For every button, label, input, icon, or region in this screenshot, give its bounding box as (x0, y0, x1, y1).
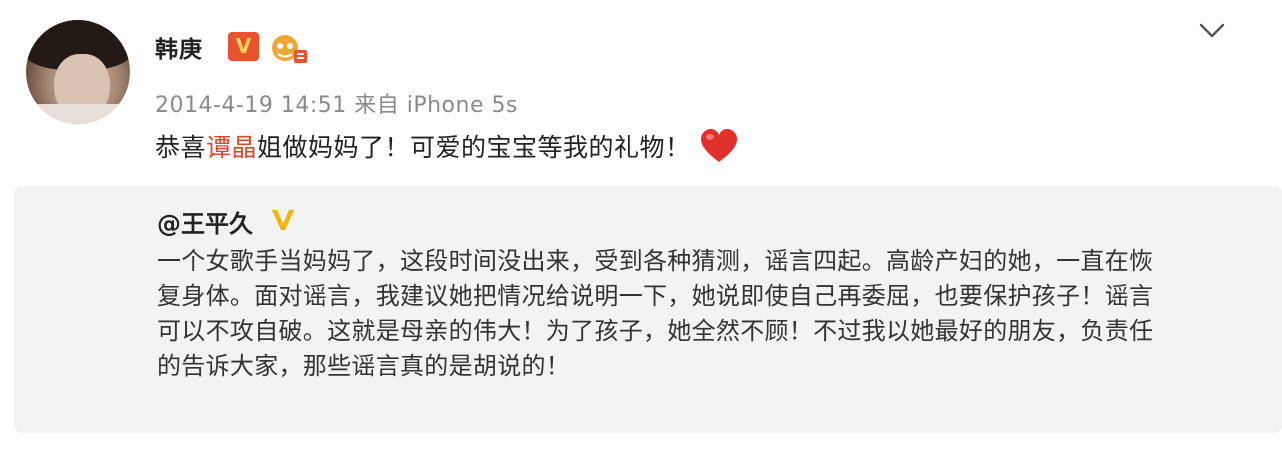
quote-line: 的告诉大家，那些谣言真的是胡说的！ (157, 352, 571, 380)
username[interactable]: 韩庚 (155, 30, 203, 64)
verified-gold-icon (272, 210, 294, 230)
content-text-after: 姐做妈妈了！可爱的宝宝等我的礼物！ (257, 133, 691, 162)
mention-link[interactable]: 谭晶 (206, 133, 257, 162)
verified-badge-icon[interactable]: V (228, 32, 259, 61)
cropped-next-line (0, 433, 1282, 457)
post-content: 恭喜谭晶姐做妈妈了！可爱的宝宝等我的礼物！ (155, 128, 739, 164)
quote-line: 一个女歌手当妈妈了，这段时间没出来，受到各种猜测，谣言四起。高龄产妇的她，一直在… (157, 247, 1154, 275)
weibo-post: 韩庚 V 2014-4-19 14:51 来自 iPhone 5s 恭喜谭晶姐做… (0, 0, 1282, 457)
quote-text: 一个女歌手当妈妈了，这段时间没出来，受到各种猜测，谣言四起。高龄产妇的她，一直在… (157, 244, 1227, 384)
post-meta: 2014-4-19 14:51 来自 iPhone 5s (155, 93, 518, 118)
quoted-post[interactable]: @王平久 一个女歌手当妈妈了，这段时间没出来，受到各种猜测，谣言四起。高龄产妇的… (14, 186, 1282, 433)
quote-author[interactable]: @王平久 (157, 204, 253, 239)
avatar[interactable] (26, 20, 130, 124)
content-text-before: 恭喜 (155, 133, 207, 162)
heart-icon (700, 129, 737, 162)
quote-line: 可以不攻自破。这就是母亲的伟大！为了孩子，她全然不顾！不过我以她最好的朋友，负责… (157, 317, 1154, 345)
avatar-collar (26, 104, 130, 124)
quote-line: 复身体。面对谣言，我建议她把情况给说明一下，她说即使自己再委屈，也要保护孩子！谣… (157, 282, 1154, 310)
member-badge-icon[interactable] (270, 32, 308, 64)
chevron-down-icon[interactable] (1198, 22, 1226, 40)
